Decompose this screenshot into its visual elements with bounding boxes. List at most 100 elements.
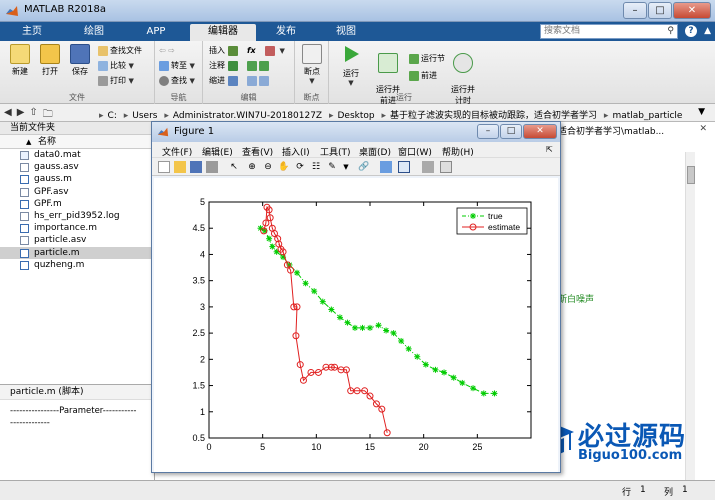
file-row[interactable]: quzheng.m <box>0 259 154 271</box>
menu-edit[interactable]: 编辑(E) <box>202 145 233 158</box>
back-forward-buttons[interactable]: ⇦ ⇨ <box>159 45 175 57</box>
pointer-icon[interactable]: ↖ <box>228 161 240 173</box>
breadcrumb-segment[interactable]: matlab_particle <box>612 111 682 121</box>
menu-view[interactable]: 查看(V) <box>242 145 273 158</box>
search-icon[interactable]: ⚲ <box>667 25 674 38</box>
file-row[interactable]: GPF.asv <box>0 186 154 198</box>
save-button[interactable]: 保存 <box>66 44 94 77</box>
hide-plot-tools-icon[interactable] <box>422 161 434 173</box>
comment-label: 注释 <box>209 61 225 70</box>
watermark-subtitle: Biguo100.com <box>578 448 683 463</box>
true-point <box>459 379 466 386</box>
file-row[interactable]: importance.m <box>0 222 154 234</box>
name-column-header[interactable]: ▲ 名称 <box>0 135 154 149</box>
figure-window[interactable]: Figure 1 – □ ✕ 文件(F) 编辑(E) 查看(V) 插入(I) 工… <box>151 121 561 473</box>
insert-function-button[interactable]: fx <box>247 45 256 57</box>
file-row[interactable]: particle.asv <box>0 234 154 246</box>
tab-editor[interactable]: 编辑器 <box>190 24 256 41</box>
file-name: hs_err_pid3952.log <box>34 210 120 221</box>
run-button[interactable]: 运行 ▼ <box>337 44 365 87</box>
tab-apps[interactable]: APP <box>128 24 184 41</box>
compare-button[interactable]: 比较 ▼ <box>98 60 134 72</box>
breadcrumb-segment[interactable]: Desktop <box>338 111 375 121</box>
figure-title-bar[interactable]: Figure 1 – □ ✕ <box>152 122 560 142</box>
show-plot-tools-icon[interactable] <box>440 161 452 173</box>
address-dropdown-icon[interactable]: ▼ <box>698 107 705 117</box>
stopwatch-icon <box>453 53 473 73</box>
collapse-ribbon-icon[interactable]: ▲ <box>704 26 711 36</box>
breadcrumb[interactable]: ▸ C: ▸ Users ▸ Administrator.WIN7U-20180127… <box>95 108 682 121</box>
new-figure-icon[interactable] <box>158 161 170 173</box>
figure-minimize-button[interactable]: – <box>477 124 499 139</box>
indent-button[interactable]: 缩进 <box>209 75 240 87</box>
goto-button[interactable]: 转至 ▼ <box>159 60 195 72</box>
breadcrumb-segment[interactable]: Administrator.WIN7U-20180127Z <box>173 111 322 121</box>
tab-publish[interactable]: 发布 <box>258 24 314 41</box>
help-icon[interactable]: ? <box>685 25 697 37</box>
file-row-selected[interactable]: particle.m <box>0 246 154 259</box>
colorbar-icon[interactable] <box>380 161 392 173</box>
menu-insert[interactable]: 插入(I) <box>282 145 310 158</box>
file-name: importance.m <box>34 223 98 234</box>
breakpoints-button[interactable]: 断点 ▼ <box>298 44 326 85</box>
run-label: 运行 <box>343 69 359 78</box>
brush-icon[interactable]: ✎ <box>326 161 338 173</box>
x-tick-label: 20 <box>419 442 429 452</box>
figure-maximize-button[interactable]: □ <box>500 124 522 139</box>
editor-close-icon[interactable]: ✕ <box>699 124 707 134</box>
menu-help[interactable]: 帮助(H) <box>442 145 474 158</box>
menu-file[interactable]: 文件(F) <box>162 145 192 158</box>
zoom-out-icon[interactable]: ⊖ <box>262 161 274 173</box>
indent-tools-icons[interactable] <box>247 75 271 87</box>
file-list: data0.mat gauss.asv gauss.m GPF.asv GPF.… <box>0 149 154 271</box>
rotate-icon[interactable]: ⟳ <box>294 161 306 173</box>
brush-dropdown-icon[interactable]: ▼ <box>340 161 352 173</box>
chart-svg[interactable]: 0.5 1 1.5 2 2.5 3 3.5 4 4.5 5 0 5 10 15 20 25 trueesti… <box>154 178 558 472</box>
pan-icon[interactable]: ✋ <box>278 161 290 173</box>
tab-view[interactable]: 视图 <box>318 24 374 41</box>
comment-button[interactable]: 注释 <box>209 60 240 72</box>
dock-arrow-icon[interactable]: ⇱ <box>546 145 553 154</box>
print-button[interactable]: 打印 ▼ <box>98 75 134 87</box>
find-button[interactable]: 查找 ▼ <box>159 75 195 87</box>
figure-canvas[interactable]: 0.5 1 1.5 2 2.5 3 3.5 4 4.5 5 0 5 10 15 20 25 true esti… <box>154 178 558 472</box>
link-plot-icon[interactable]: 🔗 <box>358 161 370 173</box>
file-row[interactable]: gauss.m <box>0 173 154 185</box>
new-button[interactable]: 新建 <box>6 44 34 77</box>
menu-tools[interactable]: 工具(T) <box>320 145 351 158</box>
print-figure-icon[interactable] <box>206 161 218 173</box>
save-figure-icon[interactable] <box>190 161 202 173</box>
file-row[interactable]: gauss.asv <box>0 161 154 173</box>
search-documentation-input[interactable]: 搜索文档 ⚲ <box>540 24 678 39</box>
breadcrumb-segment[interactable]: C: <box>108 111 117 121</box>
file-row[interactable]: GPF.m <box>0 198 154 210</box>
compare-icon <box>98 60 108 71</box>
scrollbar-thumb[interactable] <box>687 166 695 184</box>
data-cursor-icon[interactable]: ☷ <box>310 161 322 173</box>
menu-desktop[interactable]: 桌面(D) <box>359 145 391 158</box>
open-file-icon[interactable] <box>174 161 186 173</box>
tab-plots[interactable]: 绘图 <box>64 24 124 41</box>
menu-window[interactable]: 窗口(W) <box>398 145 432 158</box>
app-title: MATLAB R2018a <box>24 4 107 15</box>
file-name: GPF.m <box>34 198 62 209</box>
breadcrumb-segment[interactable]: 基于粒子滤波实现的目标被动跟踪，适合初学者学习 <box>390 111 597 121</box>
tab-home[interactable]: 主页 <box>4 24 60 41</box>
open-button[interactable]: 打开 <box>36 44 64 77</box>
comment-tools-icons[interactable] <box>247 60 271 72</box>
run-section-button[interactable]: 运行节 <box>409 53 445 65</box>
file-row[interactable]: hs_err_pid3952.log <box>0 210 154 222</box>
edit-tool-icon[interactable]: ▼ <box>265 45 285 57</box>
close-button[interactable]: ✕ <box>673 2 711 19</box>
breadcrumb-segment[interactable]: Users <box>132 111 157 121</box>
insert-button[interactable]: 插入 <box>209 45 240 57</box>
advance-button[interactable]: 前进 <box>409 70 437 82</box>
legend-icon[interactable] <box>398 161 410 173</box>
zoom-in-icon[interactable]: ⊕ <box>246 161 258 173</box>
find-files-button[interactable]: 查找文件 <box>98 45 142 57</box>
minimize-button[interactable]: – <box>623 2 647 19</box>
file-row[interactable]: data0.mat <box>0 149 154 161</box>
maximize-button[interactable]: □ <box>648 2 672 19</box>
true-point <box>480 390 487 397</box>
figure-close-button[interactable]: ✕ <box>523 124 557 139</box>
